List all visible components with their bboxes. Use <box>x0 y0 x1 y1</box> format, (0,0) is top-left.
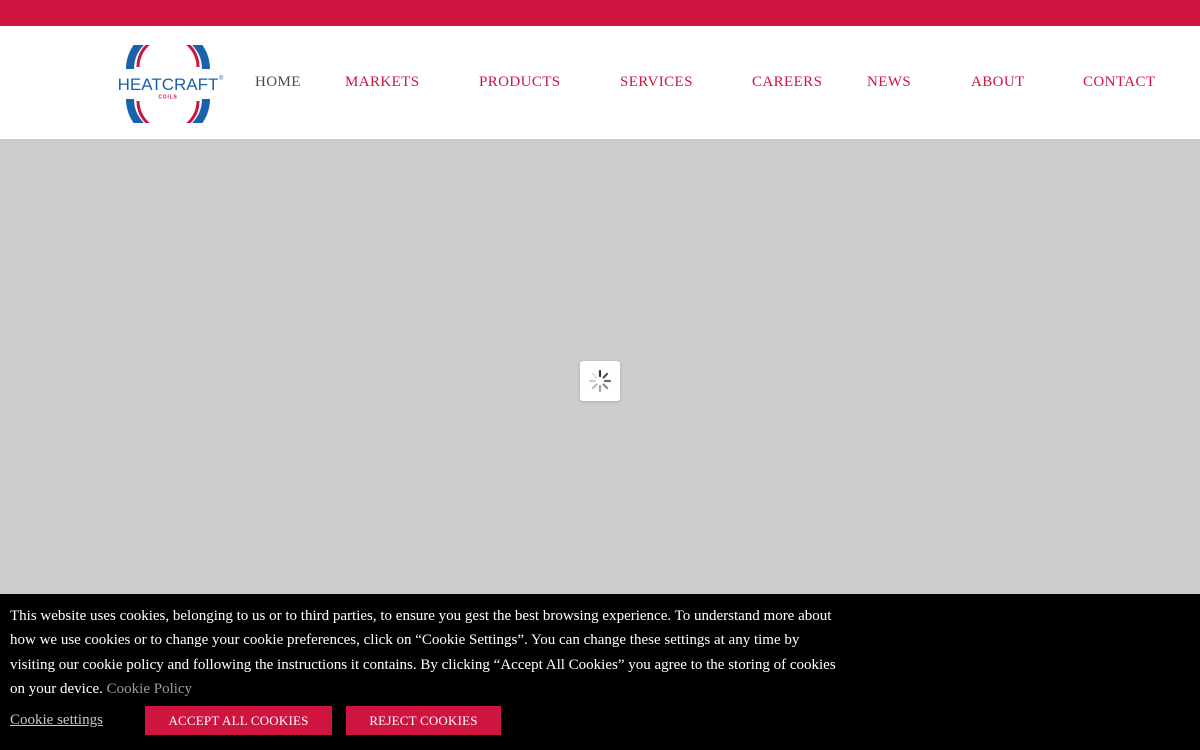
accept-all-cookies-button[interactable]: ACCEPT ALL COOKIES <box>145 706 332 735</box>
nav-about[interactable]: ABOUT <box>971 73 1025 91</box>
cookie-message: This website uses cookies, belonging to … <box>10 604 840 702</box>
top-accent-bar <box>0 0 1200 26</box>
nav-markets[interactable]: MARKETS <box>345 73 419 91</box>
cookie-policy-link[interactable]: Cookie Policy <box>107 681 192 697</box>
nav-services[interactable]: SERVICES <box>620 73 693 91</box>
nav-home[interactable]: HOME <box>255 73 301 91</box>
logo-wordmark: HEATCRAFT <box>118 75 218 94</box>
site-header: HEATCRAFT COILS ® HOME MARKETS PRODUCTS … <box>0 26 1200 139</box>
hero-slider-area <box>0 139 1200 595</box>
heatcraft-logo-mark: HEATCRAFT COILS ® <box>118 45 224 123</box>
cookie-banner: This website uses cookies, belonging to … <box>0 594 1200 750</box>
logo-registered-mark: ® <box>219 75 224 82</box>
nav-products[interactable]: PRODUCTS <box>479 73 561 91</box>
logo-subtext: COILS <box>158 95 177 101</box>
cookie-settings-link[interactable]: Cookie settings <box>10 711 103 729</box>
heatcraft-logo[interactable]: HEATCRAFT COILS ® <box>118 45 224 123</box>
spinner-icon <box>588 369 612 393</box>
nav-news[interactable]: NEWS <box>867 73 911 91</box>
nav-careers[interactable]: CAREERS <box>752 73 822 91</box>
reject-cookies-button[interactable]: REJECT COOKIES <box>346 706 501 735</box>
nav-contact[interactable]: CONTACT <box>1083 73 1155 91</box>
loading-indicator <box>580 361 620 401</box>
